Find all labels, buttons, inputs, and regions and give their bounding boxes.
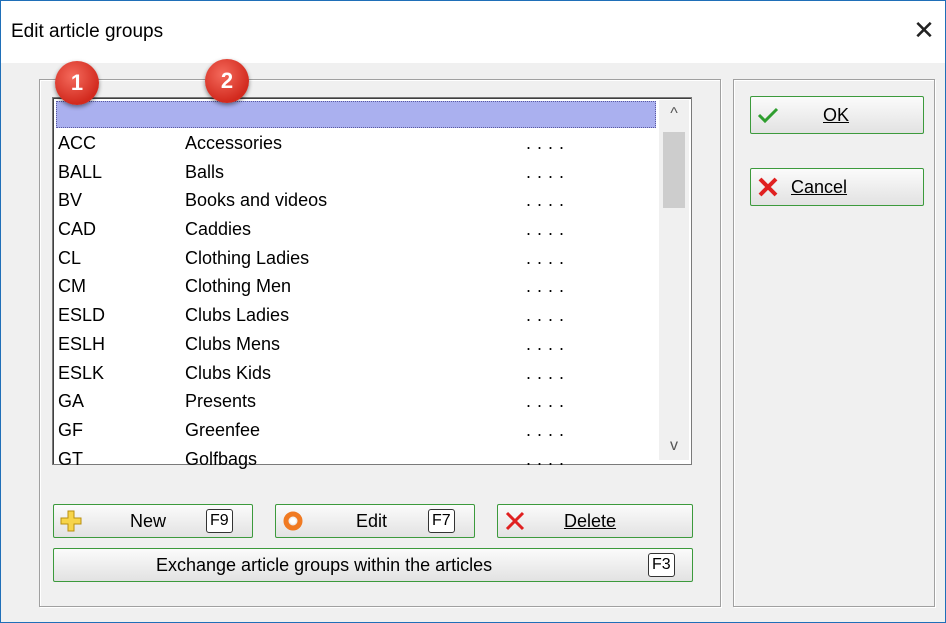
exchange-button-label: Exchange article groups within the artic… [156, 555, 493, 575]
list-item-name: Golfbags [185, 448, 258, 469]
list-item-code: CM [58, 276, 86, 297]
exchange-shortcut-key: F3 [648, 553, 675, 577]
cancel-x-icon [758, 177, 778, 197]
dialog-window: Edit article groups ✕ ACC Accessories....… [0, 0, 946, 623]
ok-button-label: OK [823, 105, 850, 125]
list-item-dots: .... [526, 133, 571, 153]
list-item-code: BALL [58, 161, 103, 182]
delete-button-label: Delete [564, 511, 617, 531]
list-item-dots: .... [526, 391, 571, 412]
action-groupbox [733, 79, 935, 607]
scroll-up-icon[interactable]: ^ [659, 100, 689, 128]
list-item-code: GT [58, 448, 83, 469]
list-item-code: CAD [58, 219, 97, 240]
edit-button-label: Edit [356, 511, 388, 531]
list-item-name: Clothing Men [185, 276, 292, 297]
vertical-scrollbar[interactable]: ^ v [659, 100, 689, 460]
list-item-code: CL [58, 247, 82, 268]
list-item[interactable]: BALL Balls.... [56, 161, 656, 190]
list-item-name: Caddies [185, 219, 252, 240]
list-item[interactable]: CM Clothing Men.... [56, 275, 656, 304]
list-item-dots: .... [526, 190, 571, 211]
list-item-name: Greenfee [185, 419, 261, 440]
list-item[interactable]: ACC Accessories.... [56, 132, 656, 161]
list-item[interactable]: GF Greenfee.... [56, 419, 656, 448]
checkmark-icon [757, 107, 779, 124]
list-item-name: Clothing Ladies [185, 247, 310, 268]
new-button-label: New [130, 511, 167, 531]
ok-button[interactable]: OK [750, 96, 924, 134]
delete-button[interactable]: Delete [497, 504, 693, 538]
list-item[interactable]: ESLH Clubs Mens.... [56, 333, 656, 362]
scroll-thumb[interactable] [663, 132, 685, 208]
list-item-dots: .... [526, 247, 571, 268]
scroll-down-icon[interactable]: v [659, 432, 689, 460]
list-item-dots: .... [526, 448, 571, 469]
list-item-dots: .... [526, 333, 571, 354]
new-button[interactable]: New F9 [53, 504, 253, 538]
annotation-badge-2: 2 [205, 59, 249, 103]
list-item-name: Clubs Kids [185, 362, 272, 383]
edit-button[interactable]: Edit F7 [275, 504, 475, 538]
list-item-name: Presents [185, 391, 257, 412]
exchange-article-groups-button[interactable]: Exchange article groups within the artic… [53, 548, 693, 582]
list-item-name: Clubs Ladies [185, 305, 290, 326]
close-icon[interactable]: ✕ [909, 15, 939, 45]
list-item-name: Balls [185, 161, 225, 182]
plus-icon [60, 510, 82, 532]
new-shortcut-key: F9 [206, 509, 233, 533]
article-groups-list[interactable]: ACC Accessories.... BALL Balls.... BV Books a… [52, 97, 692, 469]
list-item-name: Clubs Mens [185, 333, 281, 354]
list-item-code: GA [58, 391, 85, 412]
list-item[interactable]: ESLK Clubs Kids.... [56, 362, 656, 391]
cancel-button-label: Cancel [791, 177, 848, 197]
list-item-code: BV [58, 190, 83, 211]
list-item[interactable]: GA Presents.... [56, 390, 656, 419]
selected-empty-row[interactable] [56, 101, 656, 128]
list-item[interactable]: GT Golfbags.... [56, 448, 656, 477]
cancel-button[interactable]: Cancel [750, 168, 924, 206]
list-item-dots: .... [526, 161, 571, 182]
list-item[interactable]: BV Books and videos.... [56, 189, 656, 218]
list-item[interactable]: ESLD Clubs Ladies.... [56, 304, 656, 333]
list-item-code: GF [58, 419, 83, 440]
list-item-code: ESLK [58, 362, 105, 383]
list-item-dots: .... [526, 305, 571, 326]
dialog-title: Edit article groups [11, 21, 164, 42]
list-item-dots: .... [526, 419, 571, 440]
title-bar[interactable]: Edit article groups ✕ [1, 1, 945, 63]
edit-shortcut-key: F7 [428, 509, 455, 533]
list-item[interactable]: CAD Caddies.... [56, 218, 656, 247]
list-item-code: ACC [58, 133, 97, 153]
delete-x-icon [505, 511, 525, 531]
edit-ring-icon [283, 511, 303, 531]
annotation-badge-1: 1 [55, 61, 99, 105]
list-item[interactable]: CL Clothing Ladies.... [56, 247, 656, 276]
list-item-code: ESLH [58, 333, 106, 354]
list-item-name: Accessories [185, 133, 283, 153]
list-item-dots: .... [526, 219, 571, 240]
list-item-dots: .... [526, 276, 571, 297]
list-item-name: Books and videos [185, 190, 328, 211]
list-item-code: ESLD [58, 305, 106, 326]
list-item-dots: .... [526, 362, 571, 383]
